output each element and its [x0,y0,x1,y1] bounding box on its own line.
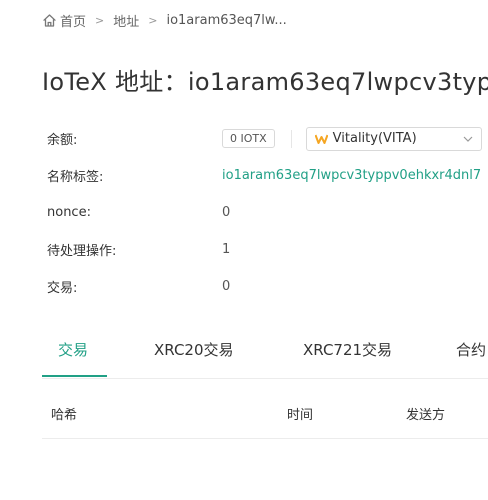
token-select[interactable]: Vitality(VITA) [305,126,482,151]
nonce-value: 0 [222,205,231,220]
address-page: 首页 > 地址 > io1aram63eq7lw... IoTeX 地址：io1… [0,0,488,500]
tab-xrc20-transactions[interactable]: XRC20交易 [154,326,234,376]
token-select-value: Vitality(VITA) [332,131,417,146]
home-icon[interactable] [42,13,57,28]
tab-transactions[interactable]: 交易 [58,326,88,376]
name-tag-label: 名称标签: [47,170,104,185]
breadcrumb-separator: > [148,13,158,27]
divider [290,129,292,148]
balance-badge: 0 IOTX [222,129,275,148]
chevron-down-icon [463,136,473,142]
balance-row: 余额: 0 IOTX Vitality(VITA) [47,120,488,157]
tab-xrc721-transactions[interactable]: XRC721交易 [303,326,392,376]
breadcrumb-home-link[interactable]: 首页 [60,11,86,30]
vita-logo-icon [314,134,328,144]
transactions-label: 交易: [47,281,78,296]
pending-actions-row: 待处理操作: 1 [47,231,488,268]
address-info: 余额: 0 IOTX Vitality(VITA) 名称标签: io1aram6… [47,120,488,305]
nonce-row: nonce: 0 [47,194,488,231]
column-header-from: 发送方 [406,408,446,423]
nonce-label: nonce: [47,205,91,220]
pending-actions-value: 1 [222,242,231,257]
breadcrumb-separator: > [95,13,105,27]
column-header-hash: 哈希 [51,408,78,423]
tab-contracts[interactable]: 合约 [456,326,486,376]
active-tab-indicator [42,375,107,377]
pending-actions-label: 待处理操作: [47,244,117,259]
transactions-row: 交易: 0 [47,268,488,305]
breadcrumb-current: io1aram63eq7lw... [166,12,287,28]
breadcrumb: 首页 > 地址 > io1aram63eq7lw... [42,10,287,30]
column-header-time: 时间 [287,408,314,423]
tab-bar: 交易 XRC20交易 XRC721交易 合约 [42,326,488,379]
page-title: IoTeX 地址：io1aram63eq7lwpcv3typpv0ehkxr4d… [42,68,488,96]
name-tag-row: 名称标签: io1aram63eq7lwpcv3typpv0ehkxr4dnl7 [47,157,488,194]
breadcrumb-address-link[interactable]: 地址 [113,11,139,30]
transactions-value: 0 [222,279,231,294]
balance-label: 余额: [47,133,78,148]
table-header: 哈希 时间 发送方 [42,394,488,439]
name-tag-link[interactable]: io1aram63eq7lwpcv3typpv0ehkxr4dnl7 [222,168,481,183]
